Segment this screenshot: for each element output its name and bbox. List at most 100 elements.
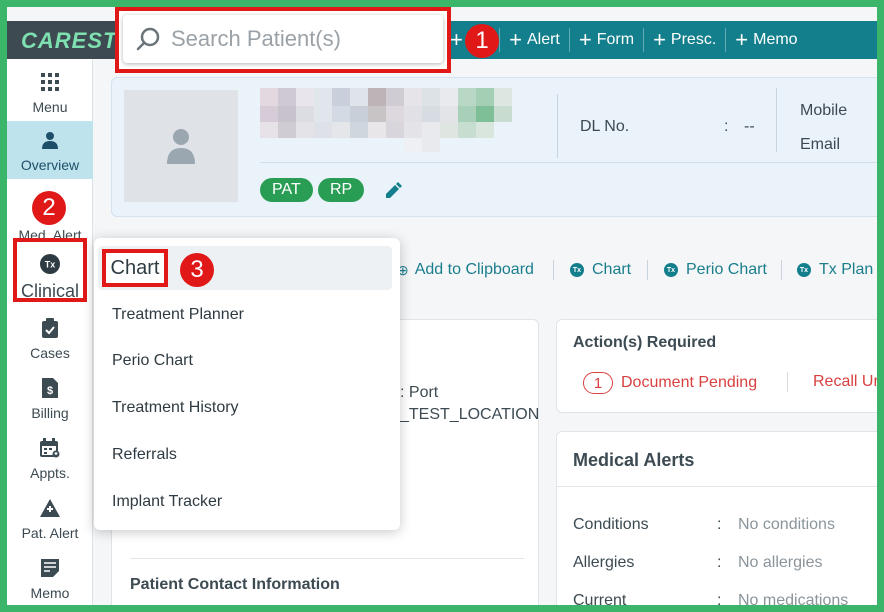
- sidebar-item-label: Menu: [32, 99, 68, 115]
- menu-item-treatment-history[interactable]: Treatment History: [112, 399, 239, 417]
- sidebar-item-cases[interactable]: Cases: [7, 317, 93, 363]
- plus-icon: +: [653, 27, 666, 52]
- step-badge-1: 1: [465, 24, 499, 58]
- add-form-label: Form: [596, 31, 635, 48]
- perio-chart-link-label: Perio Chart: [686, 261, 767, 278]
- tag-pat[interactable]: PAT: [260, 178, 313, 202]
- clipboard-icon: [39, 317, 61, 339]
- recall-link[interactable]: Recall Ur: [813, 373, 877, 391]
- current-medications-colon: :: [717, 592, 722, 605]
- sidebar-item-appointments[interactable]: Appts.: [7, 437, 93, 483]
- search-icon: [136, 27, 160, 51]
- patient-contact-title: Patient Contact Information: [130, 576, 340, 593]
- menu-item-treatment-planner[interactable]: Treatment Planner: [112, 306, 244, 324]
- add-alert-button[interactable]: + Alert: [500, 28, 570, 52]
- person-icon: [167, 129, 195, 164]
- menu-item-implant-tracker[interactable]: Implant Tracker: [112, 493, 222, 511]
- location-fragment: : Port: [400, 384, 439, 401]
- tx-icon: Tx: [570, 263, 584, 277]
- dl-value: --: [744, 118, 755, 135]
- pending-count-badge: 1: [583, 372, 613, 394]
- medical-alerts-title: Medical Alerts: [573, 450, 695, 470]
- search-box[interactable]: [123, 15, 443, 63]
- step-badge-2: 2: [32, 191, 66, 225]
- current-medications-label: Current: [573, 592, 627, 605]
- allergies-value: No allergies: [738, 554, 823, 571]
- add-to-clipboard-label: Add to Clipboard: [414, 261, 534, 278]
- document-pending-label: Document Pending: [621, 374, 758, 391]
- conditions-colon: :: [717, 516, 722, 533]
- allergies-label: Allergies: [573, 554, 635, 571]
- search-highlight: [115, 7, 451, 73]
- add-prescription-button[interactable]: + Presc.: [644, 27, 727, 52]
- menu-item-chart[interactable]: Chart: [102, 249, 168, 287]
- sidebar: Menu Overview Med. Alert Tx Clinical Cas…: [7, 59, 93, 605]
- sidebar-item-label: Appts.: [30, 465, 70, 481]
- add-memo-button[interactable]: + Memo: [726, 28, 806, 52]
- tx-plan-link-label: Tx Plan: [819, 261, 874, 278]
- add-prescription-label: Presc.: [670, 31, 717, 48]
- divider: [776, 88, 777, 152]
- divider: [787, 372, 788, 392]
- perio-chart-link[interactable]: Tx Perio Chart: [664, 261, 767, 279]
- tx-plan-link[interactable]: Tx Tx Plan: [797, 261, 873, 279]
- chart-link[interactable]: Tx Chart: [570, 261, 631, 279]
- tag-rp[interactable]: RP: [318, 178, 365, 202]
- menu-item-perio-chart[interactable]: Perio Chart: [112, 352, 193, 370]
- clinical-highlight: [13, 238, 87, 302]
- svg-text:$: $: [47, 385, 53, 397]
- sidebar-item-label: Overview: [20, 157, 80, 173]
- add-memo-label: Memo: [753, 31, 798, 48]
- plus-icon: +: [450, 27, 463, 52]
- current-medications-value: No medications: [738, 592, 849, 605]
- avatar: [124, 90, 238, 202]
- dollar-document-icon: $: [39, 377, 61, 399]
- dl-colon: :: [724, 118, 729, 135]
- sidebar-item-patient-alert[interactable]: Pat. Alert: [7, 497, 93, 543]
- plus-icon: +: [578, 27, 592, 52]
- logo: CAREST: [21, 28, 118, 53]
- divider: [781, 260, 782, 280]
- add-to-clipboard-link[interactable]: ⊕ Add to Clipboard: [397, 261, 534, 279]
- plus-icon: +: [509, 27, 522, 52]
- app-frame: CAREST + ent + Alert + Form + Presc. + M…: [7, 7, 877, 605]
- mobile-label: Mobile: [800, 102, 848, 119]
- divider: [557, 94, 558, 158]
- sidebar-item-billing[interactable]: $ Billing: [7, 377, 93, 423]
- actions-panel: Action(s) Required 1 Document Pending Re…: [556, 319, 877, 413]
- grid-icon: [39, 71, 61, 93]
- divider: [647, 260, 648, 280]
- patient-card: DL No. : -- Mobile Email PAT RP: [111, 77, 877, 217]
- chart-link-label: Chart: [592, 261, 632, 278]
- step-badge-3: 3: [180, 253, 214, 287]
- add-form-button[interactable]: + Form: [570, 27, 645, 52]
- search-input[interactable]: [171, 26, 431, 52]
- email-label: Email: [800, 136, 841, 153]
- memo-icon: [39, 557, 61, 579]
- sidebar-item-overview[interactable]: Overview: [7, 121, 93, 179]
- document-pending-link[interactable]: 1 Document Pending: [583, 372, 757, 394]
- calendar-icon: [39, 437, 61, 459]
- card-divider: [260, 162, 877, 163]
- actions-title: Action(s) Required: [573, 334, 717, 351]
- menu-item-referrals[interactable]: Referrals: [112, 446, 177, 464]
- medical-alerts-panel: Medical Alerts Conditions : No condition…: [556, 431, 877, 605]
- warning-icon: [39, 497, 61, 519]
- sidebar-item-label: Billing: [31, 405, 69, 421]
- edit-icon[interactable]: [384, 182, 402, 200]
- tx-icon: Tx: [664, 263, 678, 277]
- location-fragment: _TEST_LOCATION: [400, 406, 540, 423]
- person-icon: [39, 129, 61, 151]
- tx-icon: Tx: [797, 263, 811, 277]
- allergies-colon: :: [717, 554, 722, 571]
- sidebar-item-memo[interactable]: Memo: [7, 557, 93, 603]
- sidebar-item-menu[interactable]: Menu: [7, 71, 93, 121]
- plus-icon: +: [735, 27, 749, 52]
- clinical-dropdown-menu: Chart Treatment Planner Perio Chart Trea…: [94, 238, 400, 530]
- conditions-label: Conditions: [573, 516, 649, 533]
- menu-item-chart-row[interactable]: Chart: [98, 246, 392, 290]
- add-alert-label: Alert: [526, 31, 560, 48]
- dl-label: DL No.: [580, 118, 630, 135]
- panel-divider: [130, 558, 524, 559]
- panel-divider: [557, 486, 877, 487]
